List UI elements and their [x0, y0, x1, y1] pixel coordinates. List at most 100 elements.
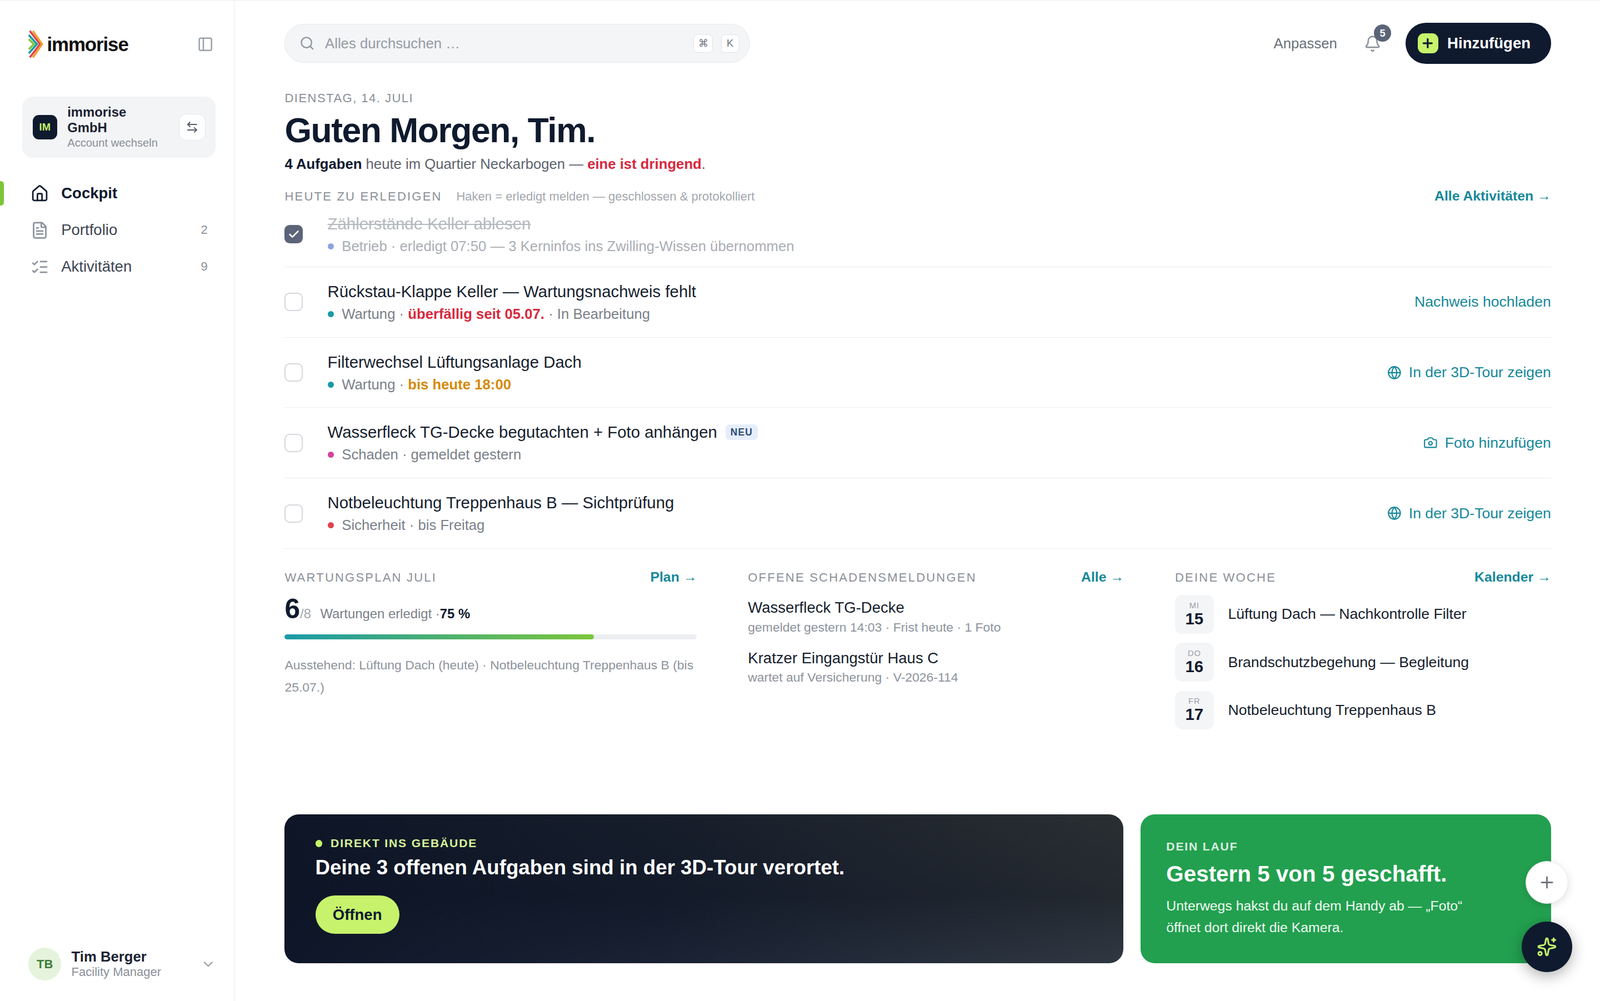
summary-part: eine ist dringend: [587, 156, 702, 172]
task-body: Filterwechsel Lüftungsanlage Dach Wartung…: [327, 352, 1364, 393]
status-dot: [315, 840, 323, 848]
user-menu[interactable]: TB Tim BergerFacility Manager: [22, 947, 216, 981]
all-damages-link[interactable]: Alle →: [1081, 569, 1124, 585]
widget-header: DEINE WOCHEKalender →: [1175, 569, 1552, 585]
week-label: Brandschutzbegehung — Begleitung: [1227, 653, 1469, 672]
damage-meta: gemeldet gestern 14:03 · Frist heute · 1…: [747, 620, 1124, 635]
task-meta: Wartung · bis heute 18:00: [327, 376, 1364, 393]
widget-title: OFFENE SCHADENSMELDUNGEN: [747, 570, 977, 585]
task-title[interactable]: Wasserfleck TG-Decke begutachten + Foto …: [327, 422, 718, 442]
check-icon: [287, 228, 300, 241]
progress-track: [284, 634, 697, 640]
task-title[interactable]: Rückstau-Klappe Keller — Wartungsnachwei…: [327, 282, 697, 302]
logo[interactable]: immorise: [27, 28, 129, 60]
plan-link[interactable]: Plan →: [650, 569, 697, 585]
new-badge: NEU: [725, 424, 758, 440]
task-body: Rückstau-Klappe Keller — Wartungsnachwei…: [327, 282, 1390, 323]
task-row: Filterwechsel Lüftungsanlage Dach Wartung…: [284, 337, 1551, 409]
task-row: Zählerstände Keller ablesen Betrieb · erl…: [284, 208, 1551, 268]
task-category: Sicherheit: [341, 517, 405, 534]
category-dot: [327, 311, 334, 318]
task-row: Notbeleuchtung Treppenhaus B — Sichtprüf…: [284, 478, 1551, 549]
chevron-down-icon: [200, 956, 217, 973]
maintenance-pending: Ausstehend: Lüftung Dach (heute) · Notbe…: [284, 653, 697, 699]
task-checkbox[interactable]: [284, 292, 303, 312]
week-list: MI15Lüftung Dach — Nachkontrolle FilterD…: [1175, 595, 1552, 730]
collapse-button[interactable]: [195, 34, 217, 55]
switch-account-button[interactable]: [178, 113, 206, 141]
task-action[interactable]: In der 3D-Tour zeigen: [1387, 505, 1552, 523]
sidebar-item[interactable]: Portfolio2: [22, 215, 216, 246]
sidebar-item-label: Aktivitäten: [61, 257, 189, 276]
task-meta: Betrieb · erledigt 07:50 — 3 Kerninfos i…: [327, 238, 1552, 255]
globe-icon: [1387, 506, 1402, 521]
logo-row: immorise: [22, 28, 216, 60]
tour-eyebrow: DIREKT INS GEBÄUDE: [315, 836, 478, 850]
add-button[interactable]: Hinzufügen: [1405, 22, 1552, 64]
calendar-link[interactable]: Kalender →: [1474, 569, 1552, 585]
task-checkbox[interactable]: [284, 504, 303, 523]
search-input[interactable]: [322, 34, 685, 53]
user-avatar: TB: [28, 947, 62, 981]
day-box: MI15: [1175, 595, 1214, 634]
tasks-header: HEUTE ZU ERLEDIGENHaken = erledigt melde…: [284, 188, 1551, 204]
task-checkbox[interactable]: [284, 225, 303, 244]
task-body: Notbeleuchtung Treppenhaus B — Sichtprüf…: [327, 493, 1364, 534]
task-list: Zählerstände Keller ablesen Betrieb · erl…: [284, 208, 1551, 549]
task-checkbox[interactable]: [284, 363, 303, 382]
day-number: 16: [1185, 657, 1204, 676]
task-checkbox[interactable]: [284, 433, 303, 453]
damage-list: Wasserfleck TG-Deckegemeldet gestern 14:…: [747, 598, 1124, 685]
customize-button[interactable]: Anpassen: [1271, 31, 1340, 56]
progress-fill: [284, 634, 594, 640]
account-sub: Account wechseln: [67, 136, 169, 150]
user-text: Tim BergerFacility Manager: [71, 948, 191, 980]
task-title-line: Notbeleuchtung Treppenhaus B — Sichtprüf…: [327, 493, 1364, 513]
user-role: Facility Manager: [71, 965, 191, 980]
tour-banner: DIREKT INS GEBÄUDEDeine 3 offenen Aufgab…: [284, 814, 1124, 964]
checklist-icon: [30, 257, 49, 277]
greeting-title: Guten Morgen, Tim.: [284, 110, 1551, 150]
quick-add-button[interactable]: [1525, 861, 1569, 904]
day-number: 17: [1185, 705, 1204, 724]
streak-banner: DEIN LAUFGestern 5 von 5 geschafft.Unter…: [1140, 814, 1551, 964]
sidebar-item[interactable]: Aktivitäten9: [22, 251, 216, 283]
day-box: FR17: [1175, 691, 1214, 730]
camera-icon: [1423, 435, 1438, 450]
task-title[interactable]: Zählerstände Keller ablesen: [327, 214, 532, 234]
damage-item[interactable]: Wasserfleck TG-Deckegemeldet gestern 14:…: [747, 598, 1124, 635]
summary-part: .: [701, 156, 706, 172]
assistant-button[interactable]: [1521, 921, 1573, 973]
weekday: FR: [1188, 696, 1200, 706]
task-category: Wartung: [341, 376, 395, 393]
notifications-button[interactable]: 5: [1359, 30, 1385, 57]
category-dot: [327, 243, 334, 250]
all-activities-link[interactable]: Alle Aktivitäten →: [1434, 188, 1552, 204]
week-item[interactable]: MI15Lüftung Dach — Nachkontrolle Filter: [1175, 595, 1552, 634]
damage-item[interactable]: Kratzer Eingangstür Haus Cwartet auf Ver…: [747, 649, 1124, 686]
task-title[interactable]: Notbeleuchtung Treppenhaus B — Sichtprüf…: [327, 493, 675, 513]
tasks-title: HEUTE ZU ERLEDIGEN: [284, 189, 442, 204]
task-action[interactable]: In der 3D-Tour zeigen: [1387, 363, 1552, 382]
add-icon-box: [1417, 33, 1439, 54]
plus-icon: [1420, 36, 1435, 51]
task-action[interactable]: Nachweis hochladen: [1414, 293, 1552, 311]
task-action[interactable]: Foto hinzufügen: [1423, 434, 1552, 452]
task-category: Betrieb: [341, 238, 387, 255]
week-item[interactable]: FR17 Notbeleuchtung Treppenhaus B: [1175, 691, 1552, 730]
open-tour-button[interactable]: Öffnen: [315, 895, 400, 934]
week-label: Notbeleuchtung Treppenhaus B: [1227, 701, 1437, 719]
task-meta-part: ·: [395, 376, 408, 393]
task-meta-part: · In Bearbeitung: [544, 306, 650, 323]
task-meta: Schaden · gemeldet gestern: [327, 446, 1400, 463]
task-title[interactable]: Filterwechsel Lüftungsanlage Dach: [327, 352, 582, 372]
document-icon: [30, 221, 49, 240]
day-number: 15: [1185, 610, 1204, 628]
category-dot: [327, 451, 334, 458]
category-dot: [327, 522, 334, 529]
search-box[interactable]: ⌘K: [284, 23, 750, 63]
widget-title: WARTUNGSPLAN JULI: [284, 570, 437, 585]
account-card[interactable]: IMimmorise GmbHAccount wechseln: [22, 96, 216, 158]
sidebar-item[interactable]: Cockpit: [22, 178, 216, 209]
week-item[interactable]: DO16Brandschutzbegehung — Begleitung: [1175, 642, 1552, 682]
